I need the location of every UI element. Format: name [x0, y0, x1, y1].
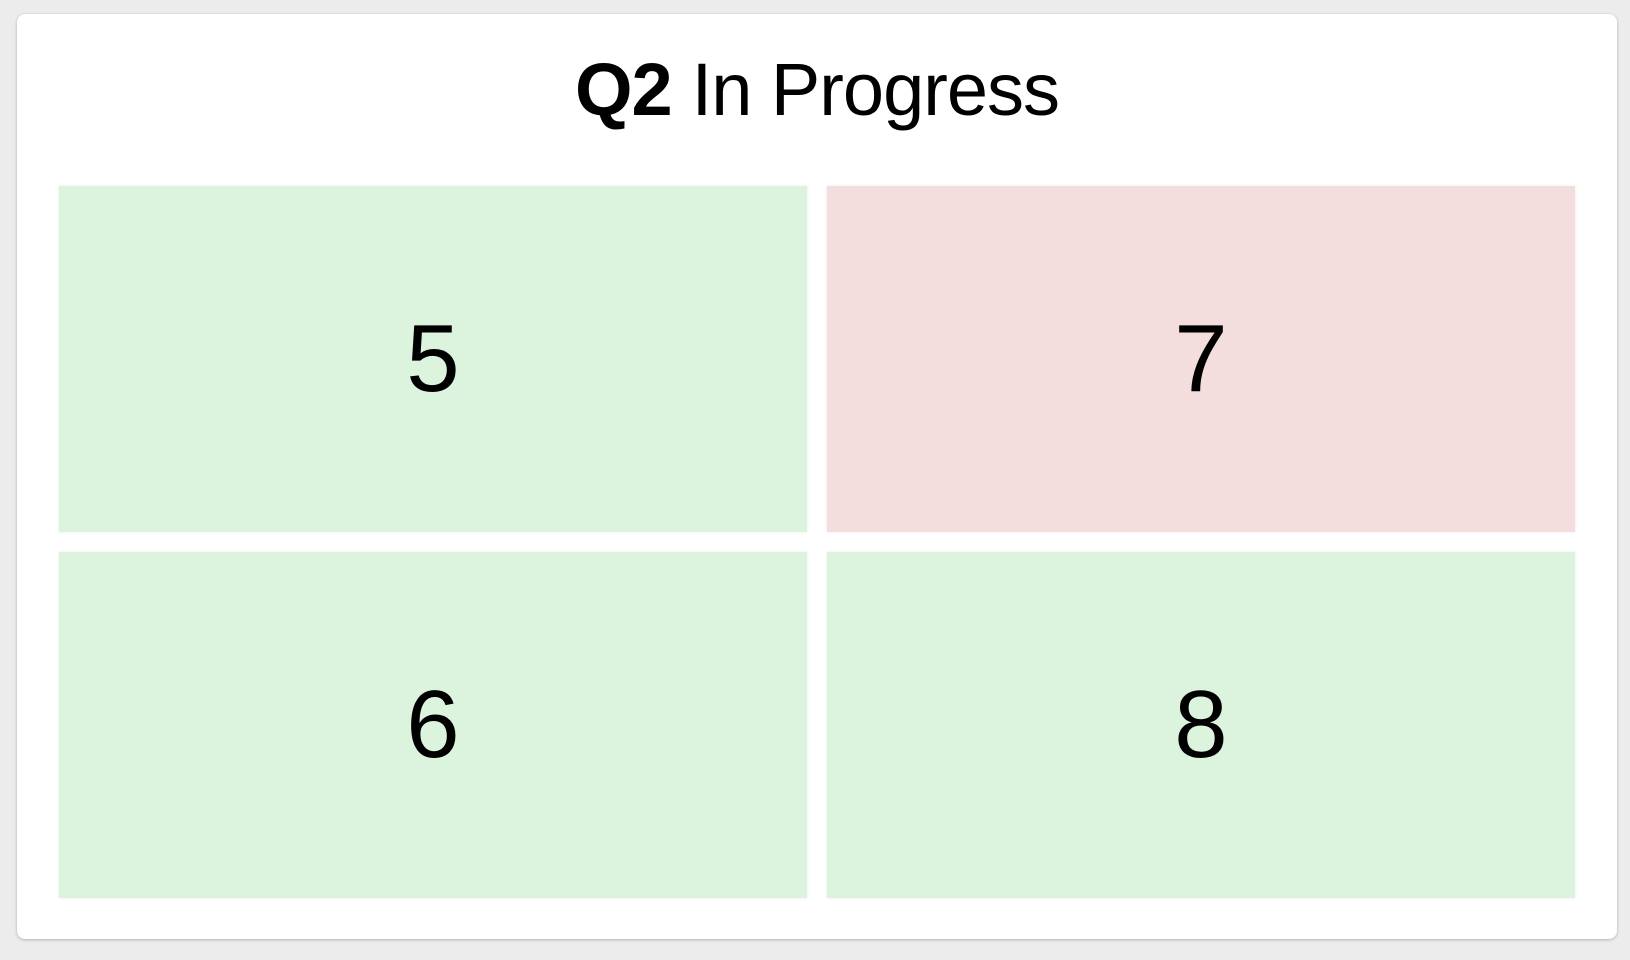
metric-cell[interactable]: 8: [827, 552, 1575, 898]
metric-cell[interactable]: 5: [59, 186, 807, 532]
status-label: In Progress: [691, 47, 1060, 131]
quarter-label: Q2: [574, 47, 673, 131]
card-title: Q2 In Progress: [17, 14, 1617, 164]
metric-grid: 5 7 6 8: [59, 186, 1575, 898]
quarter-card: Q2 In Progress 5 7 6 8: [17, 14, 1617, 939]
metric-cell[interactable]: 7: [827, 186, 1575, 532]
metric-cell[interactable]: 6: [59, 552, 807, 898]
